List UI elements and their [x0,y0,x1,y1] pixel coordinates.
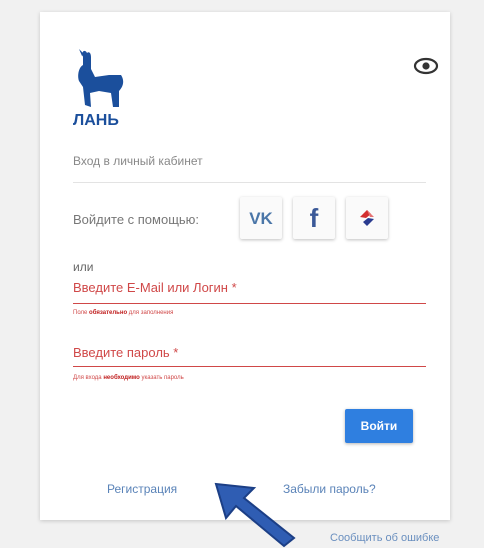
login-subtitle: Вход в личный кабинет [73,154,203,168]
login-card: ЛАНЬ Вход в личный кабинет Войдите с пом… [40,12,450,520]
vk-icon: VK [249,209,273,227]
login-field-hint: Поле обязательно для заполнения [73,310,174,316]
svg-text:VK: VK [249,209,273,227]
report-error-link[interactable]: Сообщить об ошибке [330,532,439,544]
facebook-icon: f [310,205,319,231]
login-field-underline [73,303,426,304]
logo-text: ЛАНЬ [73,112,119,129]
vk-login-button[interactable]: VK [240,197,282,239]
register-link[interactable]: Регистрация [107,482,177,496]
password-input[interactable] [73,343,426,365]
password-field-underline [73,366,426,367]
svg-text:f: f [310,205,319,231]
divider [73,182,426,183]
mos-icon [360,210,374,226]
annotation-arrow-icon [214,482,296,548]
login-input[interactable] [73,278,426,300]
password-field-hint: Для входа необходимо указать пароль [73,375,184,381]
mos-login-button[interactable] [346,197,388,239]
social-login-label: Войдите с помощью: [73,212,200,227]
eye-icon[interactable] [413,56,439,76]
facebook-login-button[interactable]: f [293,197,335,239]
login-button[interactable]: Войти [345,409,413,443]
or-label: или [73,260,94,274]
page: ЛАНЬ Вход в личный кабинет Войдите с пом… [0,0,484,548]
